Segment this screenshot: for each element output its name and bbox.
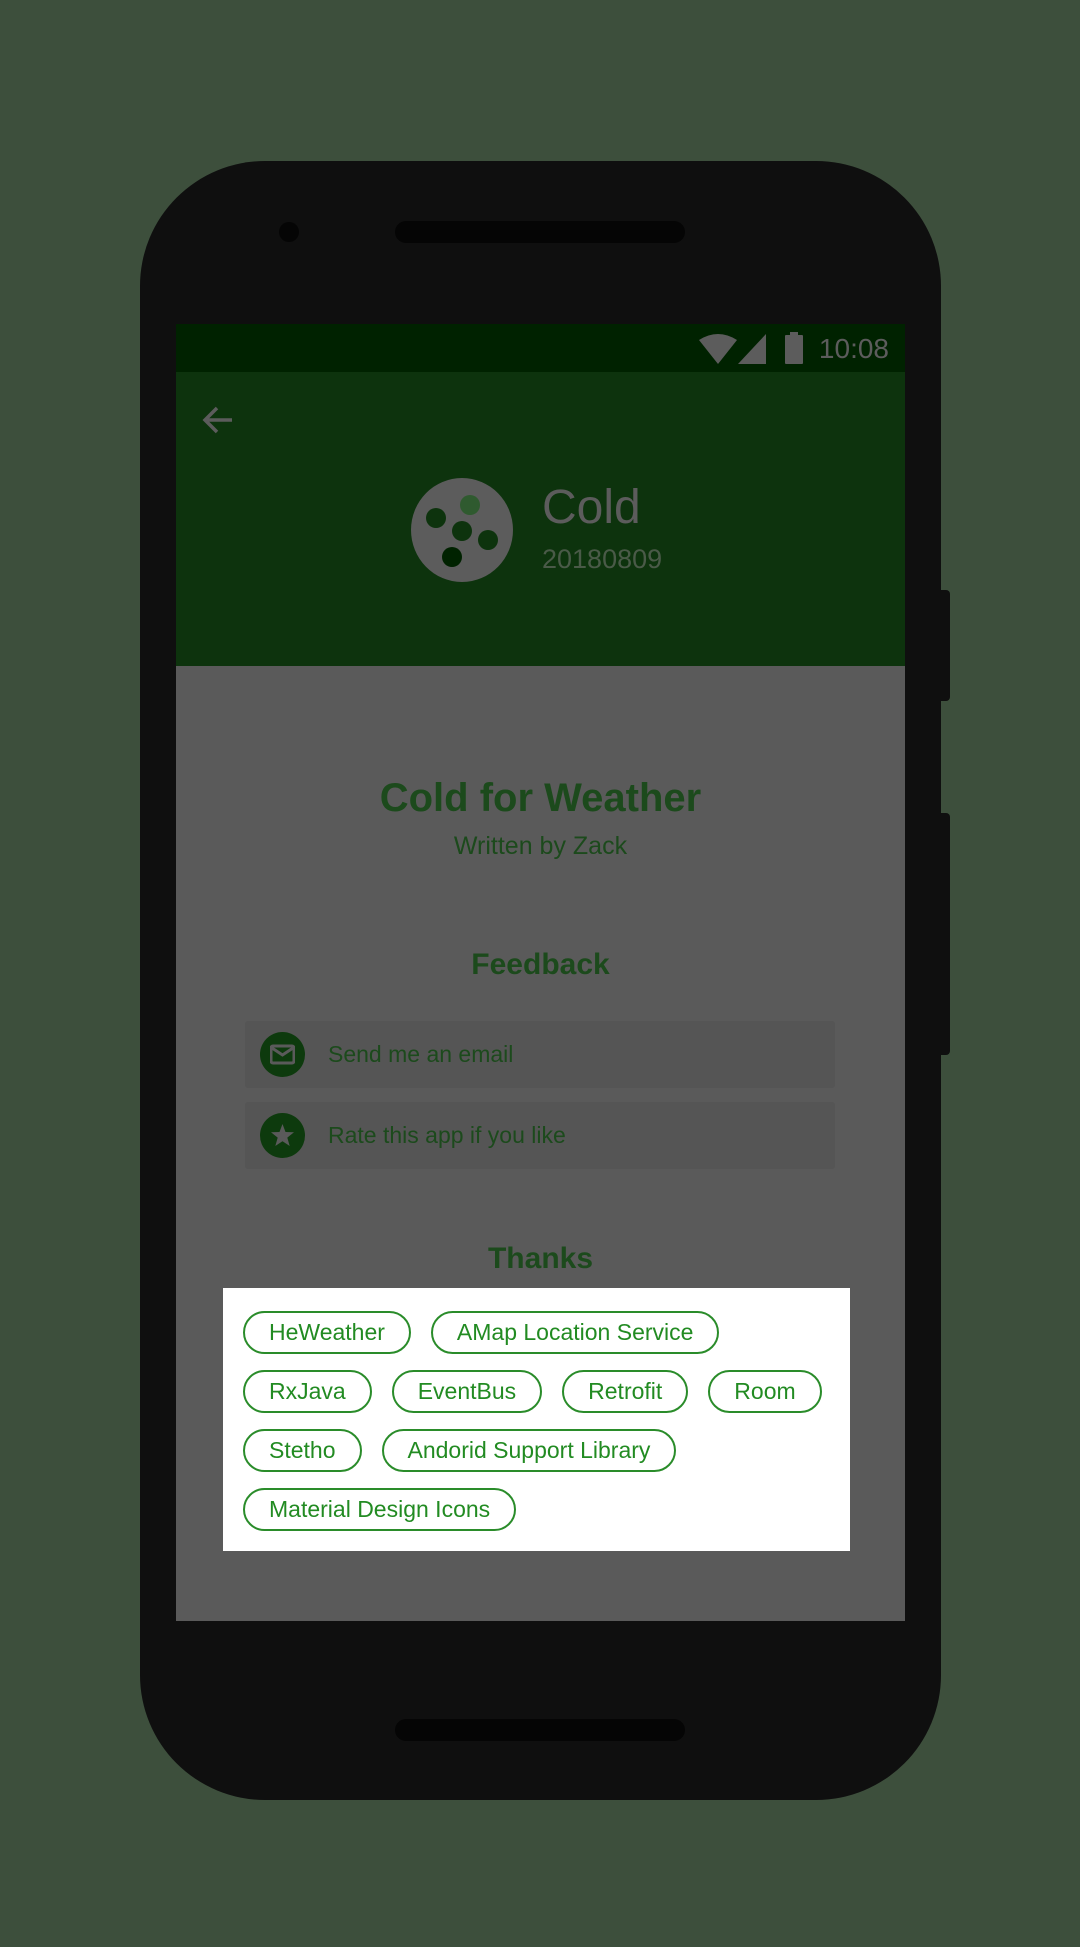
send-email-item[interactable]: Send me an email [245, 1021, 835, 1088]
chip-amap[interactable]: AMap Location Service [430, 1311, 720, 1354]
chip-heweather[interactable]: HeWeather [243, 1311, 411, 1354]
chip-support-library[interactable]: Andorid Support Library [381, 1429, 677, 1472]
thanks-heading: Thanks [487, 1242, 594, 1275]
volume-button [939, 813, 950, 1055]
status-time: 10:08 [818, 333, 889, 364]
chip-rxjava[interactable]: RxJava [243, 1370, 372, 1413]
app-version: 20180809 [542, 544, 663, 574]
power-button [939, 590, 950, 701]
rate-app-label: Rate this app if you like [328, 1122, 566, 1148]
thanks-chip-group: HeWeather AMap Location Service RxJava E… [223, 1288, 850, 1551]
arrow-left-icon[interactable] [198, 400, 238, 440]
email-icon [260, 1032, 305, 1077]
battery-icon [785, 332, 803, 364]
about-title: Cold for Weather [379, 776, 702, 820]
about-subtitle: Written by Zack [453, 832, 628, 860]
rate-app-item[interactable]: Rate this app if you like [245, 1102, 835, 1169]
feedback-heading: Feedback [471, 948, 610, 981]
wifi-icon [699, 334, 737, 364]
chip-stetho[interactable]: Stetho [243, 1429, 362, 1472]
app-bar: Cold 20180809 [176, 372, 905, 666]
app-logo [411, 478, 513, 582]
star-icon [260, 1113, 305, 1158]
status-bar: 10:08 [176, 324, 905, 372]
send-email-label: Send me an email [328, 1041, 514, 1067]
chip-room[interactable]: Room [708, 1370, 822, 1413]
app-name: Cold [542, 481, 641, 534]
top-speaker [395, 221, 685, 243]
signal-icon [738, 334, 766, 364]
screen: 10:08 Cold 20180809 Cold for Weather Wri… [176, 324, 905, 1621]
chip-eventbus[interactable]: EventBus [391, 1370, 543, 1413]
front-camera [279, 222, 299, 242]
chip-retrofit[interactable]: Retrofit [562, 1370, 689, 1413]
bottom-speaker [395, 1719, 685, 1741]
chip-material-icons[interactable]: Material Design Icons [243, 1488, 517, 1531]
